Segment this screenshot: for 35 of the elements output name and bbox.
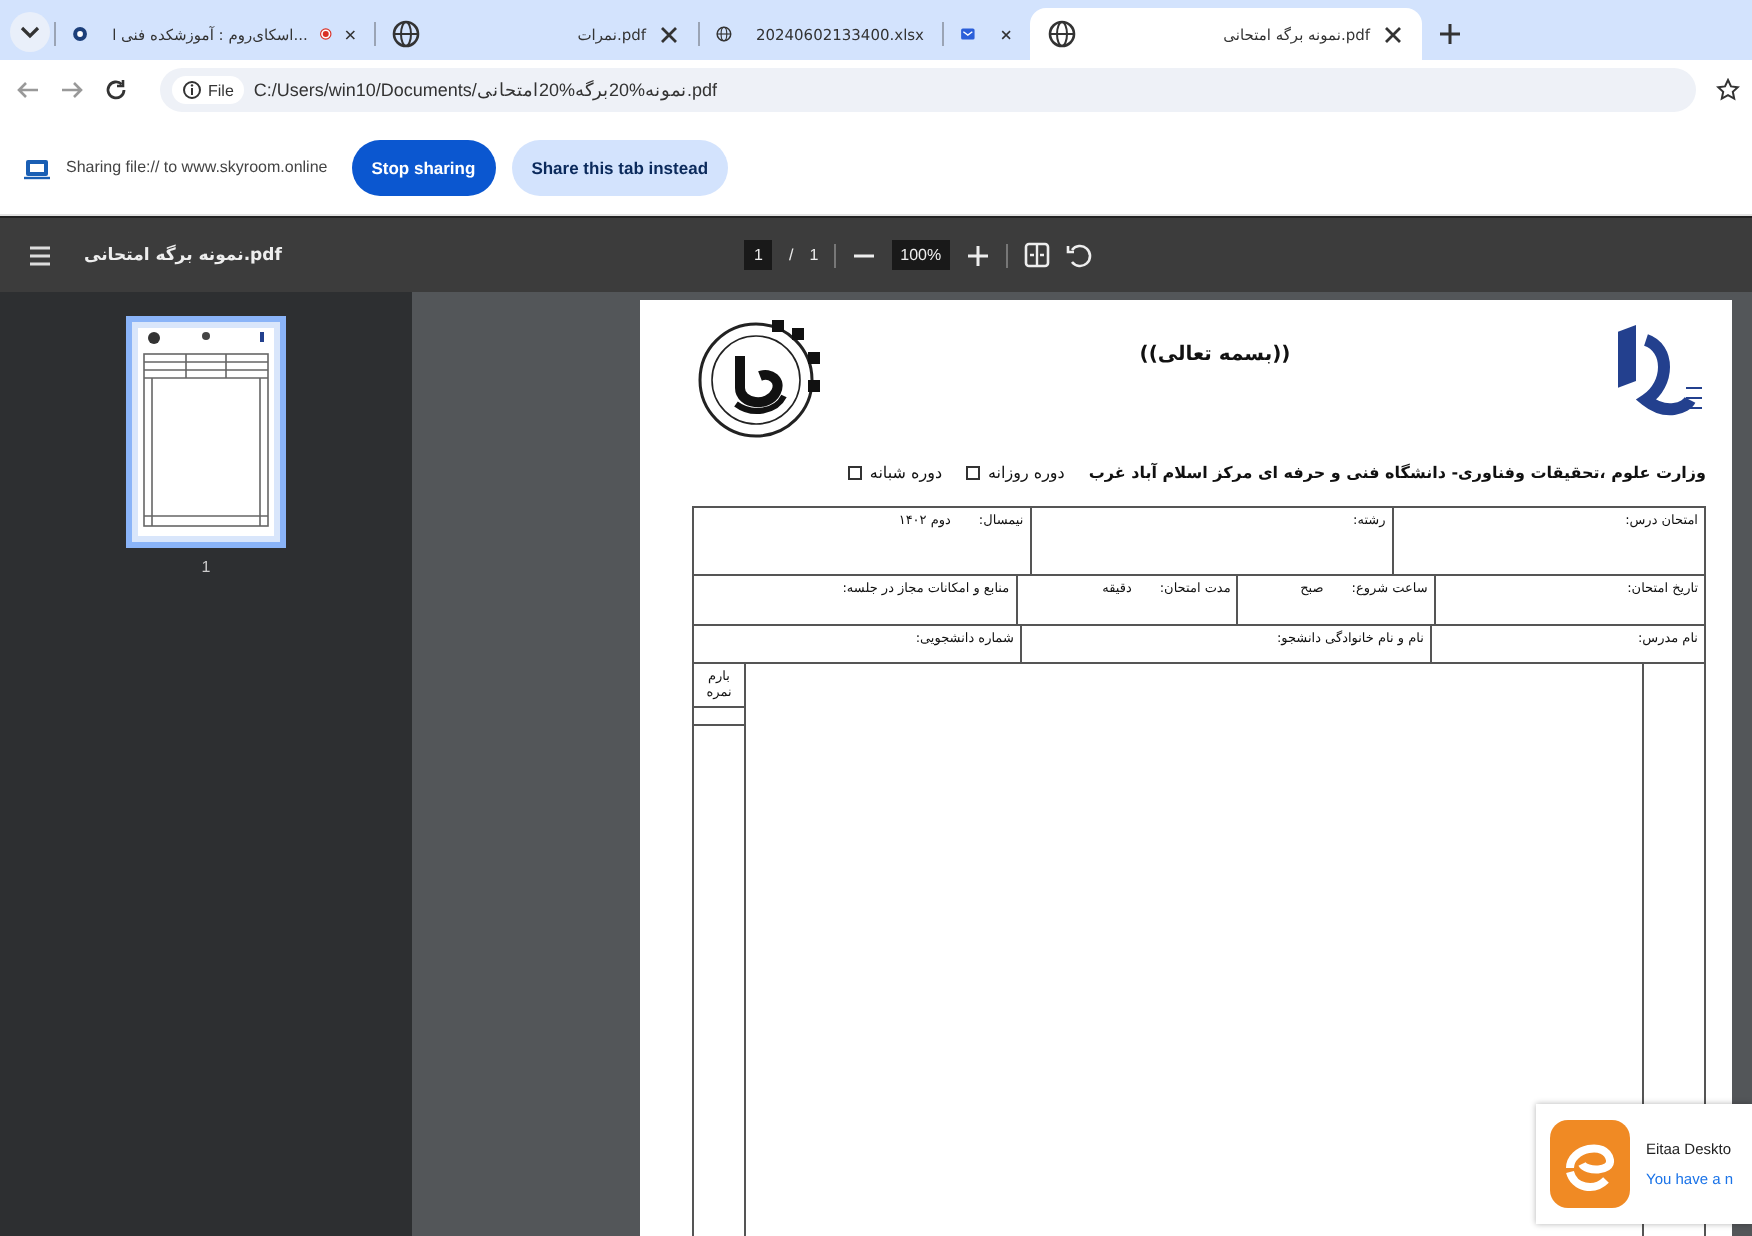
site-info-chip[interactable]: File xyxy=(172,76,244,104)
page-number-field[interactable]: 1 xyxy=(744,240,773,270)
page-thumbnail[interactable] xyxy=(126,316,286,548)
checkbox[interactable] xyxy=(847,466,862,480)
checkbox[interactable] xyxy=(966,466,980,480)
reload-icon[interactable] xyxy=(104,78,128,102)
rotate-icon[interactable] xyxy=(1065,242,1092,268)
close-icon[interactable] xyxy=(658,23,680,45)
option-label: دوره شبانه xyxy=(869,464,942,482)
sharing-message: Sharing file:// to www.skyroom.online xyxy=(66,158,328,176)
zoom-field[interactable]: 100% xyxy=(892,240,950,270)
fit-page-icon[interactable] xyxy=(1023,242,1050,268)
globe-icon xyxy=(1048,20,1076,48)
plus-icon[interactable] xyxy=(1438,22,1462,46)
forward-icon[interactable] xyxy=(60,78,84,102)
tab-list-button[interactable] xyxy=(10,12,50,52)
info-icon xyxy=(182,80,202,100)
document-title: نمونه برگه امتحانی.pdf xyxy=(84,245,284,265)
cast-icon xyxy=(24,155,50,179)
page-count: 1 xyxy=(809,246,819,264)
recording-icon xyxy=(319,24,332,44)
star-icon[interactable] xyxy=(1716,78,1740,102)
globe-icon xyxy=(392,20,420,48)
share-button[interactable]: Stop sharing xyxy=(351,139,496,195)
back-icon[interactable] xyxy=(16,78,40,102)
share-button[interactable]: Share this tab instead xyxy=(511,139,729,195)
option-label: دوره روزانه xyxy=(988,464,1065,482)
document-heading: ((بسمه تعالی)) xyxy=(1139,344,1291,366)
menu-icon[interactable] xyxy=(28,243,52,267)
app-logo-icon xyxy=(1550,1120,1630,1208)
institution-line: وزارت علوم ،تحقیقات وفناوری- دانشگاه فنی و حرفه ای مرکز اسلام آباد غرب xyxy=(1088,464,1706,482)
close-icon[interactable] xyxy=(1382,23,1404,45)
thumbnail-page-number: 1 xyxy=(201,558,211,576)
url-text: C:/Users/win10/Documents/نمونه%20برگه%20امتحانی.pdf xyxy=(253,80,718,100)
page-separator: / xyxy=(788,246,794,264)
